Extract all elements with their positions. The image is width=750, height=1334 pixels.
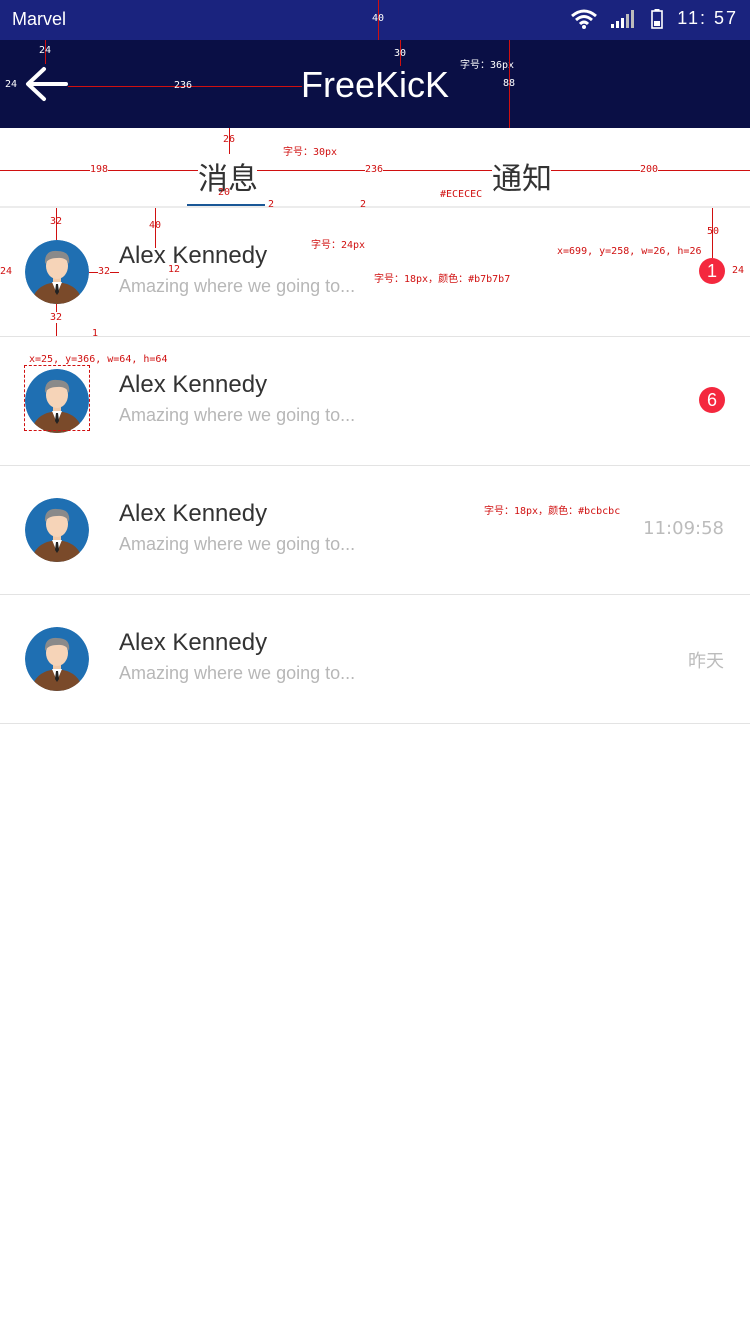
measure-label: 32 (50, 312, 63, 323)
measure-label: 40 (149, 220, 162, 231)
measure-label: 24 (39, 45, 52, 56)
unread-badge: 6 (699, 387, 725, 413)
annotation-tab-font: 字号：30px (283, 147, 338, 158)
annotation-title-font: 字号：36px (460, 60, 515, 71)
annotation-divider-color: #ECECEC (440, 189, 483, 200)
message-preview: Amazing where we going to... (119, 405, 356, 425)
avatar-icon (25, 627, 89, 691)
message-preview: Amazing where we going to... (119, 276, 356, 296)
measure-label: 30 (394, 48, 407, 59)
measure-label: 24 (0, 266, 13, 277)
nav-bar: FreeKicK (0, 40, 750, 128)
status-icons: 11: 57 (571, 8, 738, 29)
annotation-avatar-box: x=25, y=366, w=64, h=64 (29, 354, 168, 365)
measure-label: 24 (732, 265, 745, 276)
contact-name: Alex Kennedy (119, 242, 268, 269)
measure-label: 236 (174, 80, 193, 91)
annotation-badge-box: x=699, y=258, w=26, h=26 (557, 246, 702, 257)
measure-label: 40 (372, 13, 385, 24)
avatar (25, 240, 89, 304)
measure-label: 12 (168, 264, 181, 275)
message-preview: Amazing where we going to... (119, 663, 356, 683)
avatar-bbox-outline (24, 365, 90, 431)
measure-label: 200 (640, 164, 659, 175)
contact-name: Alex Kennedy (119, 629, 268, 656)
page-title: FreeKicK (300, 64, 450, 105)
message-time: 11:09:58 (643, 518, 724, 539)
annotation-meta-font: 字号：18px，颜色：#bcbcbc (484, 506, 621, 517)
measure-label: 50 (707, 226, 720, 237)
avatar (25, 498, 89, 562)
measure-label: 88 (503, 78, 516, 89)
measure-label: 26 (223, 134, 236, 145)
unread-badge: 1 (699, 258, 725, 284)
signal-icon (611, 9, 635, 28)
contact-name: Alex Kennedy (119, 371, 268, 398)
measure-label: 24 (5, 79, 18, 90)
measure-label: 2 (360, 199, 367, 210)
annotation-preview-font: 字号：18px，颜色：#b7b7b7 (374, 274, 511, 285)
avatar-icon (25, 498, 89, 562)
contact-name: Alex Kennedy (119, 500, 268, 527)
tab-notices[interactable]: 通知 (492, 154, 552, 198)
battery-icon (651, 8, 664, 29)
conversation-list: Alex Kennedy Amazing where we going to..… (0, 208, 750, 724)
measure-label: 20 (218, 187, 231, 198)
message-preview: Amazing where we going to... (119, 534, 356, 554)
annotation-name-font: 字号：24px (311, 240, 366, 251)
status-time: 11: 57 (677, 8, 738, 28)
message-date: 昨天 (688, 651, 724, 672)
list-item[interactable]: Alex Kennedy Amazing where we going to..… (0, 466, 750, 595)
measure-label: 32 (50, 216, 63, 227)
measure-label: 236 (365, 164, 384, 175)
measure-label: 198 (90, 164, 109, 175)
avatar-icon (25, 240, 89, 304)
measure-label: 1 (92, 328, 99, 339)
wifi-icon (571, 9, 598, 29)
measure-label: 32 (98, 266, 111, 277)
avatar (25, 627, 89, 691)
measure-label: 2 (268, 199, 275, 210)
list-item[interactable]: Alex Kennedy Amazing where we going to..… (0, 595, 750, 724)
carrier-label: Marvel (12, 9, 67, 29)
